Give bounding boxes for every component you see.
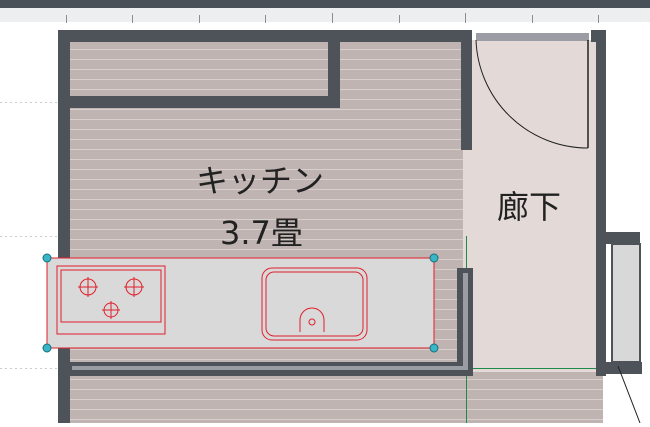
top-ruler	[0, 0, 650, 23]
wall-right-lower[interactable]	[602, 362, 642, 374]
floor-plan-canvas[interactable]: キッチン 3.7畳 廊下	[0, 22, 650, 424]
kitchen-room-area: 3.7畳	[220, 214, 303, 252]
kitchen-room-name: キッチン	[196, 162, 325, 200]
kitchen-counter[interactable]	[42, 253, 439, 353]
ruler-ticks	[66, 13, 599, 23]
hallway-room-name: 廊下	[497, 188, 562, 226]
adjacent-fixture[interactable]	[611, 243, 641, 363]
ruler-strip	[0, 8, 650, 23]
lower-room-floor[interactable]	[68, 372, 603, 423]
hallway-floor[interactable]	[463, 40, 603, 423]
